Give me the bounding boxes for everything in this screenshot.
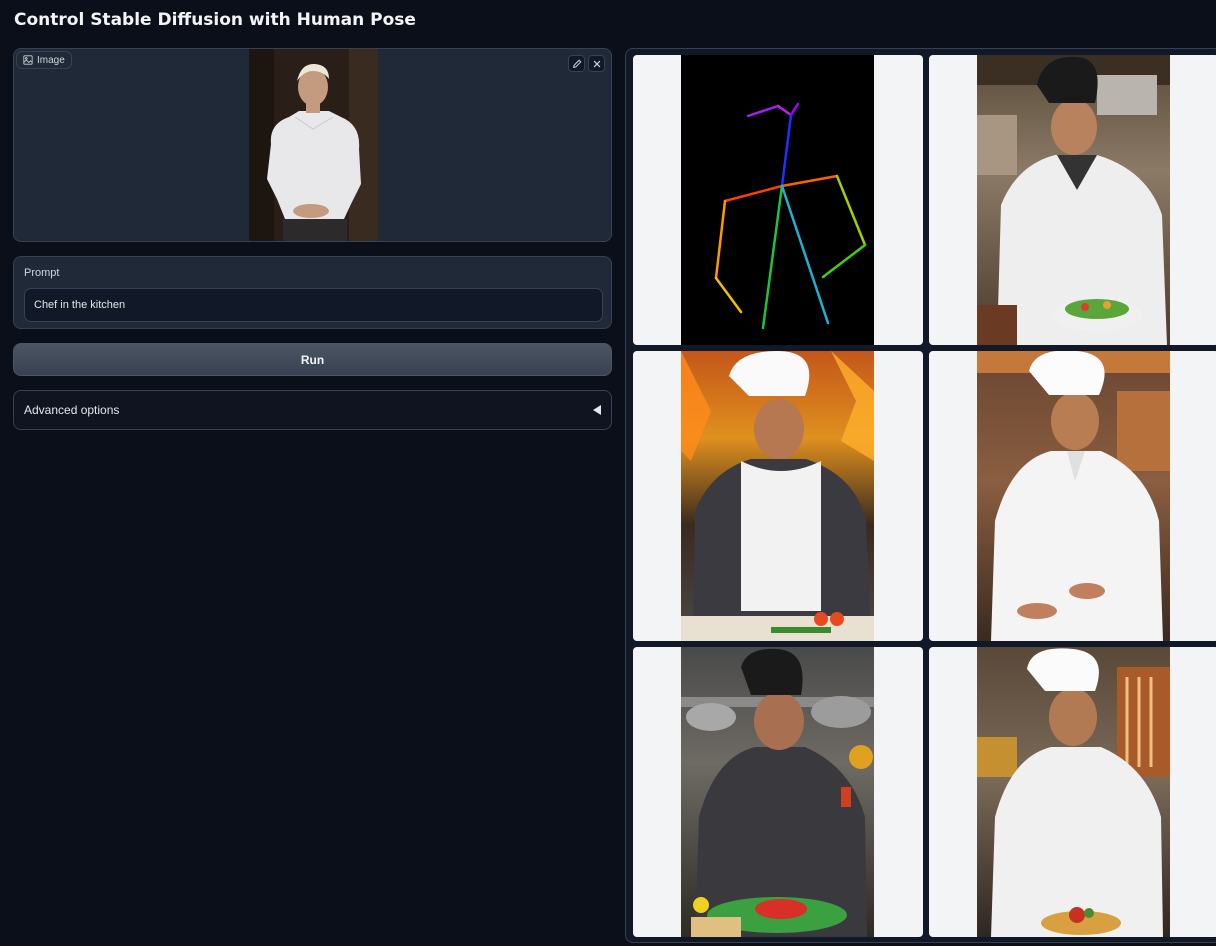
gallery-item-pose[interactable] bbox=[633, 55, 923, 345]
image-label-text: Image bbox=[37, 54, 65, 66]
advanced-options-label: Advanced options bbox=[24, 403, 120, 417]
input-pose-photo bbox=[249, 49, 378, 241]
chef-photo-1 bbox=[977, 55, 1170, 345]
pencil-icon bbox=[572, 59, 581, 68]
chef-photo-4 bbox=[681, 647, 874, 937]
gallery-item-chef-4[interactable] bbox=[633, 647, 923, 937]
edit-image-button[interactable] bbox=[568, 55, 585, 72]
advanced-options-accordion[interactable]: Advanced options bbox=[13, 390, 612, 430]
chef-photo-5 bbox=[977, 647, 1170, 937]
page-title: Control Stable Diffusion with Human Pose bbox=[14, 10, 416, 30]
image-input-label: Image bbox=[16, 51, 72, 69]
image-tools bbox=[568, 55, 605, 72]
prompt-label: Prompt bbox=[24, 267, 60, 279]
prompt-panel: Prompt bbox=[13, 256, 612, 329]
image-icon bbox=[23, 55, 33, 65]
image-input-panel[interactable]: Image bbox=[13, 48, 612, 242]
prompt-input[interactable] bbox=[24, 288, 603, 322]
chef-photo-2 bbox=[681, 351, 874, 641]
gallery-item-chef-5[interactable] bbox=[929, 647, 1216, 937]
close-icon bbox=[593, 60, 600, 67]
output-gallery bbox=[625, 48, 1216, 943]
gallery-item-chef-1[interactable] bbox=[929, 55, 1216, 345]
app-root: Control Stable Diffusion with Human Pose… bbox=[6, 0, 1216, 946]
chef-photo-3 bbox=[977, 351, 1170, 641]
gallery-item-chef-2[interactable] bbox=[633, 351, 923, 641]
triangle-left-icon bbox=[593, 405, 601, 415]
clear-image-button[interactable] bbox=[588, 55, 605, 72]
pose-skeleton-image bbox=[681, 55, 874, 345]
run-button[interactable]: Run bbox=[13, 343, 612, 376]
gallery-item-chef-3[interactable] bbox=[929, 351, 1216, 641]
